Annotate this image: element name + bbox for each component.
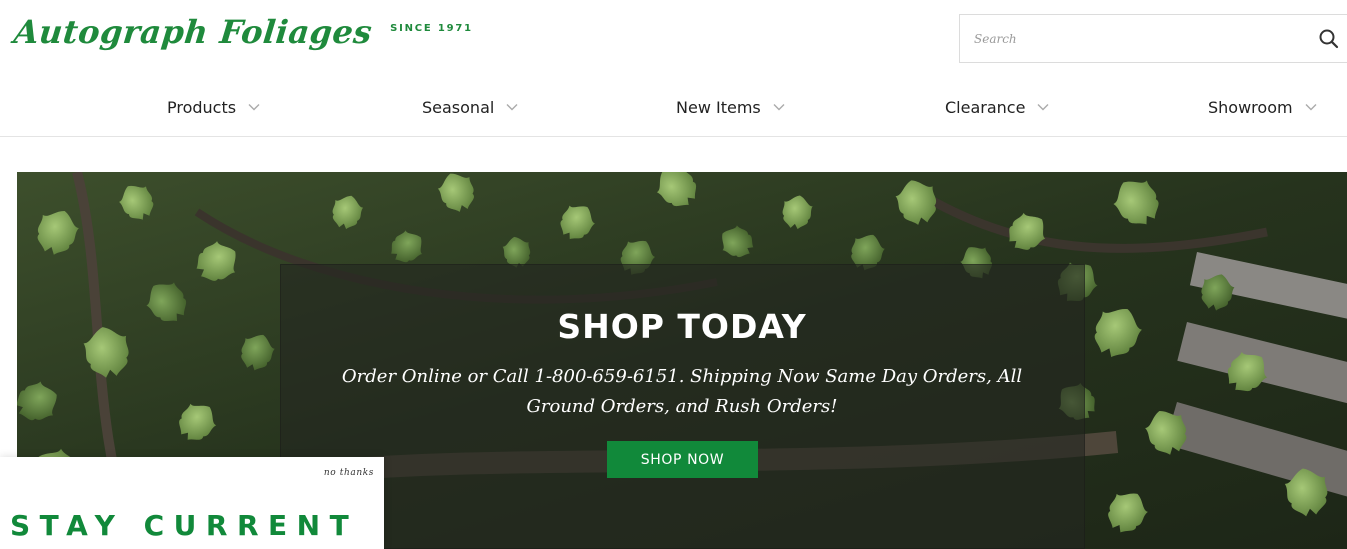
hero-title: SHOP TODAY: [557, 307, 807, 346]
chevron-down-icon: [506, 104, 518, 111]
nav-item-products[interactable]: Products: [167, 88, 260, 126]
no-thanks-link[interactable]: no thanks: [300, 468, 374, 478]
chevron-down-icon: [248, 104, 260, 111]
nav-item-label: Showroom: [1208, 97, 1293, 117]
logo-tagline: SINCE 1971: [390, 23, 473, 34]
nav-item-label: New Items: [676, 97, 761, 117]
popup-title: STAY CURRENT: [10, 509, 359, 542]
chevron-down-icon: [773, 104, 785, 111]
site-header: Autograph Foliages SINCE 1971 Products S…: [0, 0, 1347, 137]
chevron-down-icon: [1037, 104, 1049, 111]
newsletter-popup: no thanks STAY CURRENT: [0, 457, 384, 549]
nav-item-seasonal[interactable]: Seasonal: [422, 88, 518, 126]
logo-wordmark: Autograph Foliages: [12, 13, 375, 51]
chevron-down-icon: [1305, 104, 1317, 111]
search-input[interactable]: [960, 15, 1310, 62]
main-nav: Products Seasonal New Items Clearance Sh…: [0, 88, 1347, 126]
nav-item-clearance[interactable]: Clearance: [945, 88, 1049, 126]
search-icon: [1319, 29, 1339, 49]
hero-subtitle: Order Online or Call 1-800-659-6151. Shi…: [341, 366, 1023, 417]
shop-now-button[interactable]: SHOP NOW: [607, 441, 758, 478]
nav-item-showroom[interactable]: Showroom: [1208, 88, 1317, 126]
nav-item-label: Clearance: [945, 97, 1026, 117]
nav-item-new-items[interactable]: New Items: [676, 88, 785, 126]
search-button[interactable]: [1318, 28, 1340, 50]
search-box: [959, 14, 1347, 63]
site-logo[interactable]: Autograph Foliages SINCE 1971: [12, 10, 473, 54]
nav-item-label: Seasonal: [422, 97, 495, 117]
nav-item-label: Products: [167, 97, 237, 117]
